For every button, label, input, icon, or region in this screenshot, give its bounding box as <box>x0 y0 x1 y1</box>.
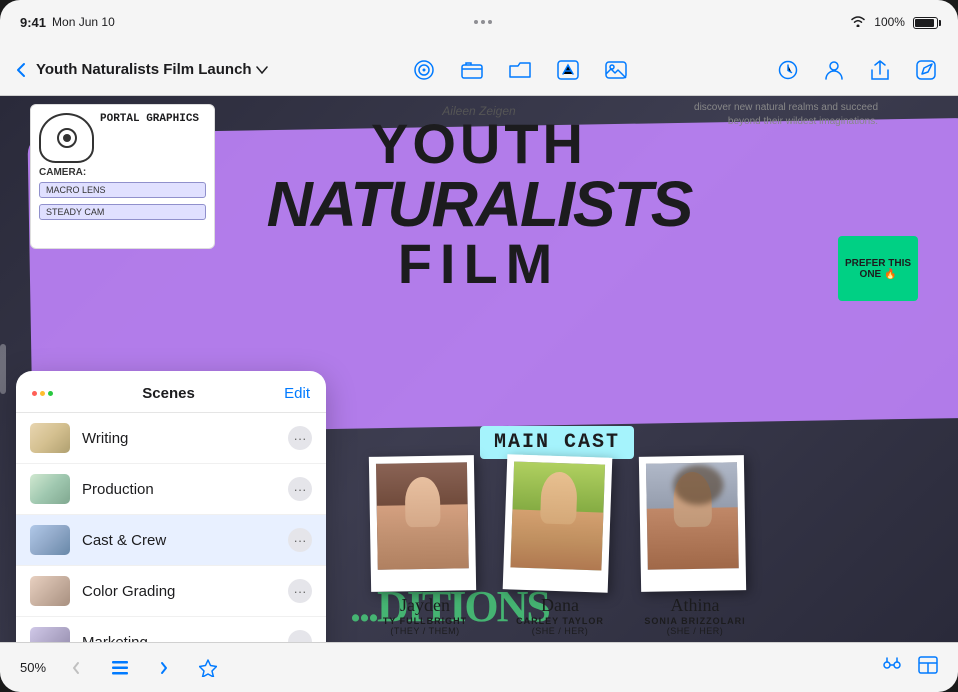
image-icon[interactable] <box>600 54 632 86</box>
target-icon[interactable] <box>408 54 440 86</box>
arrange-icon[interactable] <box>882 656 902 679</box>
time-display: 9:41 <box>20 15 46 30</box>
star-button[interactable] <box>194 654 222 682</box>
document-title[interactable]: Youth Naturalists Film Launch <box>36 61 268 78</box>
text-icon[interactable] <box>552 54 584 86</box>
scene-thumb-production <box>30 474 70 504</box>
scenes-title: Scenes <box>142 385 195 402</box>
scenes-panel: Scenes Edit Writing ··· Production ··· C… <box>16 371 326 642</box>
browser-icon[interactable] <box>456 54 488 86</box>
cast-fullname-1: TY FULLBRIGHT <box>370 616 480 626</box>
cast-pronouns-3: (SHE / HER) <box>640 626 750 636</box>
scene-item-production[interactable]: Production ··· <box>16 464 326 515</box>
film-title-line3: FILM <box>229 236 729 292</box>
film-title-line1: YOUTH <box>229 116 729 172</box>
scene-name-marketing: Marketing <box>82 634 276 643</box>
toolbar-center-icons <box>408 54 632 86</box>
cast-member-2: Dana CARLEY TAYLOR (SHE / HER) <box>505 456 615 636</box>
scene-name-cast-crew: Cast & Crew <box>82 532 276 549</box>
scenes-panel-header: Scenes Edit <box>16 371 326 413</box>
cast-member-3: Athina SONIA BRIZZOLARI (SHE / HER) <box>640 456 750 636</box>
cast-name-2: Dana <box>505 595 615 616</box>
scene-name-production: Production <box>82 481 276 498</box>
share-icon[interactable] <box>864 54 896 86</box>
scene-more-production[interactable]: ··· <box>288 477 312 501</box>
camera-card: PORTAL GRAPHICS CAMERA: MACRO LENS STEAD… <box>30 104 215 249</box>
cast-name-3: Athina <box>640 595 750 616</box>
cast-fullname-2: CARLEY TAYLOR <box>505 616 615 626</box>
scene-thumb-marketing <box>30 627 70 642</box>
clock-icon[interactable] <box>772 54 804 86</box>
scene-name-writing: Writing <box>82 430 276 447</box>
maximize-dot[interactable] <box>48 391 53 396</box>
scene-item-cast-crew[interactable]: Cast & Crew ··· <box>16 515 326 566</box>
lens-2-tag: STEADY CAM <box>39 204 206 220</box>
minimize-dot[interactable] <box>40 391 45 396</box>
cast-fullname-3: SONIA BRIZZOLARI <box>640 616 750 626</box>
scene-more-color-grading[interactable]: ··· <box>288 579 312 603</box>
window-controls <box>32 391 53 396</box>
toolbar: Youth Naturalists Film Launch <box>0 44 958 96</box>
sticky-note: PREFER THIS ONE 🔥 <box>838 236 918 301</box>
card-title: PORTAL GRAPHICS <box>100 113 199 126</box>
scene-thumb-writing <box>30 423 70 453</box>
bottom-toolbar: 50% <box>0 642 958 692</box>
cast-name-1: Jayden <box>370 595 480 616</box>
main-cast-label: MAIN CAST <box>480 426 634 459</box>
scene-more-writing[interactable]: ··· <box>288 426 312 450</box>
cast-member-1: Jayden TY FULLBRIGHT (THEY / THEM) <box>370 456 480 636</box>
cast-pronouns-1: (THEY / THEM) <box>370 626 480 636</box>
date-display: Mon Jun 10 <box>52 15 115 29</box>
edit-icon[interactable] <box>910 54 942 86</box>
scene-thumb-color-grading <box>30 576 70 606</box>
toolbar-right-icons <box>772 54 942 86</box>
ipad-frame: 9:41 Mon Jun 10 100% <box>0 0 958 692</box>
cast-pronouns-2: (SHE / HER) <box>505 626 615 636</box>
wifi-icon <box>850 15 866 30</box>
layout-icon[interactable] <box>918 656 938 679</box>
back-button[interactable] <box>16 62 26 78</box>
folder-icon[interactable] <box>504 54 536 86</box>
scene-item-writing[interactable]: Writing ··· <box>16 413 326 464</box>
close-dot[interactable] <box>32 391 37 396</box>
list-view-button[interactable] <box>106 654 134 682</box>
scene-more-marketing[interactable]: ··· <box>288 630 312 642</box>
main-content: Aileen Zeigen discover new natural realm… <box>0 96 958 642</box>
lens-1-tag: MACRO LENS <box>39 182 206 198</box>
person-icon[interactable] <box>818 54 850 86</box>
scene-name-color-grading: Color Grading <box>82 583 276 600</box>
scene-item-marketing[interactable]: Marketing ··· <box>16 617 326 642</box>
edge-handle[interactable] <box>0 344 6 394</box>
next-nav-button[interactable] <box>150 654 178 682</box>
scenes-edit-button[interactable]: Edit <box>284 385 310 402</box>
camera-label: CAMERA: <box>39 167 206 178</box>
battery-display: 100% <box>874 15 905 29</box>
film-title-line2: NATURALISTS <box>229 172 729 236</box>
prev-nav-button[interactable] <box>62 654 90 682</box>
scene-thumb-cast-crew <box>30 525 70 555</box>
battery-icon <box>913 15 938 30</box>
scene-more-cast-crew[interactable]: ··· <box>288 528 312 552</box>
scene-item-color-grading[interactable]: Color Grading ··· <box>16 566 326 617</box>
status-bar: 9:41 Mon Jun 10 100% <box>0 0 958 44</box>
status-center-dots <box>474 20 492 24</box>
zoom-level: 50% <box>20 660 46 675</box>
